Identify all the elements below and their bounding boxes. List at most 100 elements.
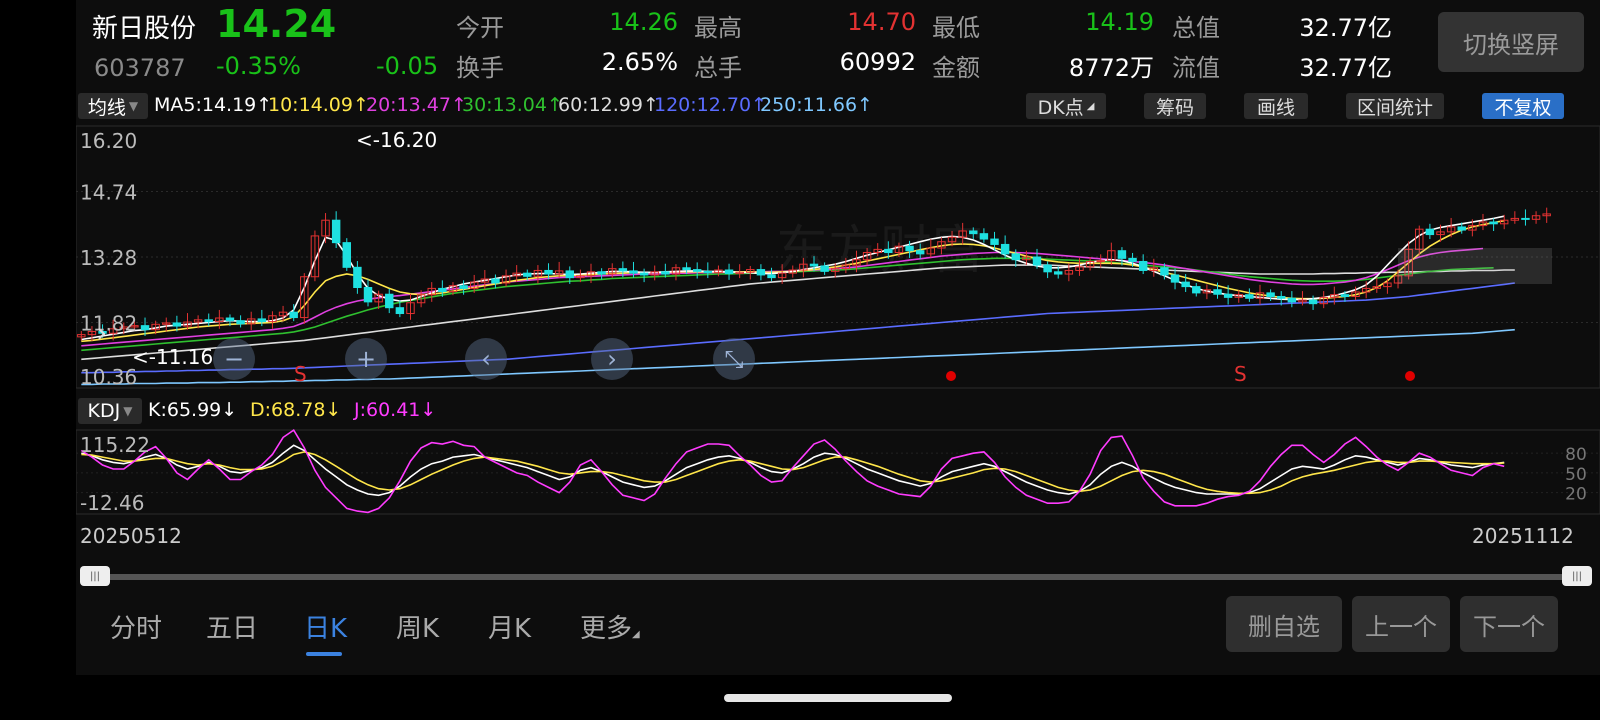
- candle-body: [342, 242, 351, 268]
- range-highlight: [1398, 248, 1552, 284]
- candle-body: [1287, 297, 1297, 303]
- candle-body: [204, 319, 213, 323]
- candle-body: [979, 233, 989, 240]
- tab-five-day[interactable]: 五日: [206, 608, 258, 645]
- candle-body: [1160, 267, 1169, 276]
- candle-body: [438, 287, 447, 293]
- kdj-right-tick-label: 20: [1565, 485, 1587, 505]
- candle-body: [1181, 281, 1190, 288]
- candle-body: [905, 245, 914, 252]
- dropdown-triangle-icon: ▼: [123, 404, 133, 418]
- home-indicator[interactable]: [724, 694, 952, 702]
- stock-chart-app: 新日股份 14.24 603787 -0.35% -0.05 今开 14.26 …: [76, 0, 1600, 675]
- candle-body: [990, 238, 999, 245]
- kdj-selector-dropdown[interactable]: KDJ ▼: [78, 398, 142, 424]
- scroll-left-icon-glyph: ‹: [481, 345, 491, 373]
- candle-body: [544, 269, 553, 275]
- tab-more[interactable]: 更多◢: [580, 608, 640, 645]
- kdj-j-value: J:60.41↓: [354, 399, 437, 421]
- next-stock-button[interactable]: 下一个: [1460, 596, 1558, 652]
- tab-monthly-k[interactable]: 月K: [488, 608, 531, 645]
- previous-stock-button[interactable]: 上一个: [1352, 596, 1450, 652]
- y-tick-label: 14.74: [80, 181, 137, 205]
- candle-body: [1138, 260, 1148, 271]
- reset-zoom-icon-glyph: ⤡: [724, 345, 743, 373]
- candle-body: [703, 270, 713, 274]
- candle-body: [597, 271, 606, 275]
- candle-body: [565, 270, 574, 279]
- y-tick-label: 16.20: [80, 129, 137, 153]
- zoom-in-icon-glyph: +: [356, 345, 376, 373]
- candle-body: [1266, 292, 1275, 297]
- y-tick-label: 13.28: [80, 246, 137, 270]
- sell-signal-marker: S: [1234, 362, 1247, 386]
- candle-body: [639, 272, 649, 276]
- candle-body: [969, 230, 978, 235]
- candle-body: [523, 272, 532, 277]
- tab-intraday[interactable]: 分时: [110, 608, 162, 645]
- candle-body: [618, 268, 628, 272]
- grip-icon: |||: [1571, 570, 1583, 582]
- range-slider-track[interactable]: [80, 574, 1592, 580]
- candle-body: [884, 248, 893, 254]
- range-slider-right-handle[interactable]: |||: [1562, 566, 1592, 586]
- candle-body: [491, 278, 500, 284]
- candle-body: [661, 271, 670, 275]
- candle-body: [172, 322, 182, 327]
- remove-watchlist-button[interactable]: 删自选: [1226, 596, 1342, 652]
- candle-body: [1011, 253, 1020, 261]
- candle-body: [682, 267, 691, 271]
- candle-body: [140, 325, 150, 331]
- grip-icon: |||: [89, 570, 101, 582]
- zoom-out-icon-glyph: −: [224, 345, 244, 373]
- candle-body: [225, 317, 235, 322]
- end-date: 20251112: [1472, 524, 1574, 548]
- expand-chevron-icon[interactable]: ›: [96, 316, 107, 349]
- tab-weekly-k[interactable]: 周K: [396, 608, 439, 645]
- kdj-right-tick-label: 80: [1565, 445, 1587, 465]
- active-tab-indicator: [306, 652, 342, 656]
- candle-body: [363, 287, 373, 303]
- candle-body: [1457, 226, 1466, 231]
- high-annotation: <-16.20: [356, 128, 437, 152]
- ma120-line: [81, 282, 1515, 374]
- kdj-d-value: D:68.78↓: [250, 399, 342, 421]
- kdj-selector-label: KDJ: [87, 400, 121, 422]
- candle-body: [1128, 257, 1137, 262]
- candle-body: [385, 293, 394, 309]
- candle-body: [1308, 299, 1318, 305]
- candle-body: [1000, 243, 1010, 255]
- tab-daily-k[interactable]: 日K: [304, 608, 347, 645]
- kdj-right-tick-label: 50: [1565, 465, 1587, 485]
- candle-body: [236, 320, 245, 325]
- candle-body: [915, 250, 925, 255]
- candle-body: [395, 307, 405, 315]
- y-tick-label: 11.82: [80, 312, 137, 336]
- candle-body: [1117, 250, 1127, 259]
- scroll-right-icon-glyph: ›: [607, 345, 617, 373]
- sell-signal-marker: S: [294, 362, 307, 386]
- candle-body: [1054, 271, 1063, 275]
- kdj-k-value: K:65.99↓: [148, 399, 238, 421]
- start-date: 20250512: [80, 524, 182, 548]
- candle-body: [1192, 286, 1201, 294]
- candle-body: [1521, 217, 1530, 220]
- candle-body: [1489, 221, 1498, 225]
- kdj-lines: [80, 428, 1505, 514]
- tab-more-label: 更多: [580, 614, 633, 644]
- candle-body: [1096, 260, 1105, 263]
- signal-dot: [1405, 371, 1415, 381]
- y-tick-label: 10.36: [80, 365, 137, 389]
- candle-body: [1425, 228, 1435, 236]
- candle-body: [820, 265, 829, 272]
- candle-body: [809, 263, 819, 267]
- candle-body: [1340, 294, 1350, 297]
- candle-body: [1032, 256, 1042, 266]
- kdj-y-tick-label: 115.22: [80, 433, 150, 457]
- candle-body: [724, 269, 734, 275]
- candle-body: [1277, 295, 1286, 299]
- candle-body: [1213, 289, 1222, 295]
- kdj-y-tick-label: -12.46: [80, 491, 144, 515]
- range-slider-left-handle[interactable]: |||: [80, 566, 110, 586]
- low-annotation: <-11.16: [132, 345, 213, 369]
